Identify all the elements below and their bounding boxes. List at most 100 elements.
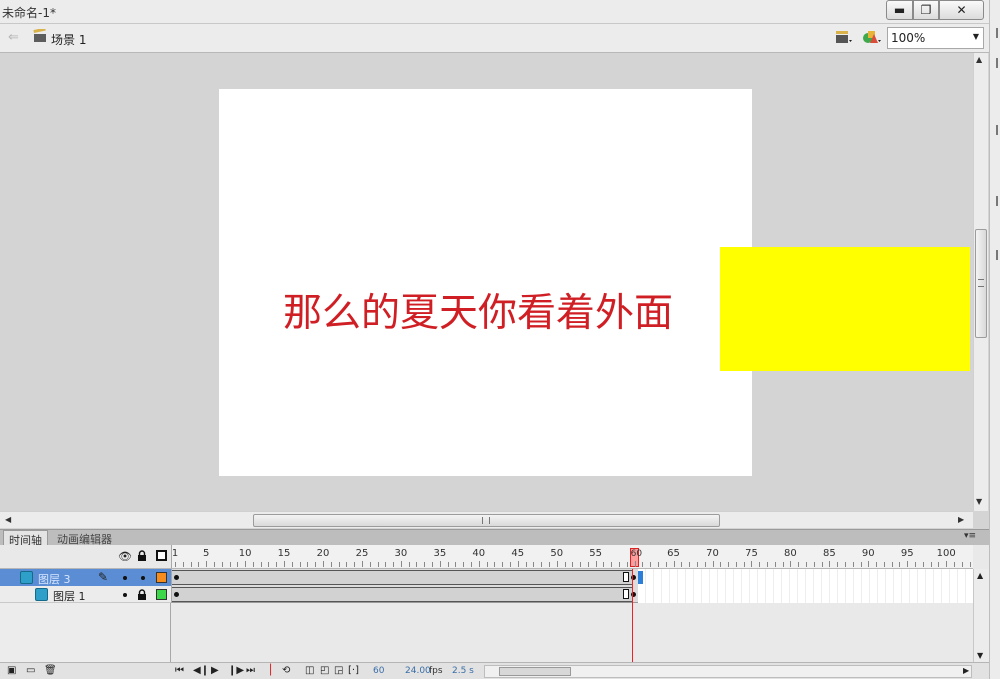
layer-name[interactable]: 图层 1 (53, 588, 86, 604)
frame-number: 1 (171, 548, 179, 559)
scene-clapper-icon (33, 29, 46, 42)
frame-tick (432, 562, 434, 567)
layer-color-swatch[interactable] (156, 572, 167, 583)
frame-tick (315, 562, 317, 567)
lock-icon[interactable] (137, 589, 147, 600)
edit-symbol-icon[interactable] (862, 29, 882, 45)
frame-tick (206, 561, 208, 567)
frame-tick (954, 562, 955, 567)
edit-bar: ⇐ 场景 1 100% ▼ (0, 24, 989, 53)
lock-dot[interactable] (141, 576, 145, 580)
onion-skin-icon[interactable]: ◫ (305, 665, 314, 676)
grip-icon (482, 517, 490, 524)
stage-horizontal-scrollbar[interactable]: ◀ ▶ (0, 511, 973, 528)
frame-tick (471, 562, 473, 567)
scroll-left-icon[interactable]: ◀ (5, 515, 11, 524)
timeline-vertical-scrollbar[interactable]: ▲ ▼ (973, 569, 989, 664)
panel-edge-mark (996, 250, 1000, 260)
frame-tick (907, 561, 909, 567)
frames-row-layer-1[interactable] (171, 586, 974, 603)
modify-markers-icon[interactable]: [·] (348, 665, 359, 676)
frame-tick (517, 561, 519, 567)
tab-timeline[interactable]: 时间轴 (3, 530, 48, 547)
frame-number: 35 (433, 548, 447, 559)
frame-tick (743, 562, 745, 567)
document-title: 未命名-1* (2, 6, 56, 20)
current-frame-readout[interactable]: 60 (373, 666, 384, 676)
layer-color-swatch[interactable] (156, 589, 167, 600)
layer-row-1[interactable]: 图层 1 (0, 586, 171, 603)
onion-outline-icon[interactable]: ◰ (320, 665, 329, 676)
lock-icon[interactable] (137, 550, 147, 561)
frame-tick (837, 562, 839, 567)
scroll-right-icon[interactable]: ▶ (958, 515, 964, 524)
tab-motion-editor[interactable]: 动画编辑器 (52, 530, 117, 546)
span-end-frame[interactable] (623, 589, 629, 599)
visibility-dot[interactable] (123, 593, 127, 597)
new-layer-icon[interactable]: ▣ (7, 665, 16, 676)
step-back-icon[interactable]: ◀❙ (193, 665, 209, 676)
delete-layer-icon[interactable]: 🗑 (44, 665, 57, 676)
stage-area[interactable]: 那么的夏天你看着外面 (0, 53, 973, 511)
layer-column-empty[interactable] (0, 603, 171, 663)
selected-frame[interactable] (638, 571, 643, 584)
stage-canvas[interactable]: 那么的夏天你看着外面 (219, 89, 752, 476)
stage-vertical-scrollbar[interactable]: ▲ ▼ (973, 53, 988, 511)
scroll-down-icon[interactable]: ▼ (977, 651, 983, 660)
zoom-value: 100% (891, 31, 926, 45)
horizontal-scroll-thumb[interactable] (253, 514, 720, 527)
frame-number: 15 (277, 548, 291, 559)
visibility-dot[interactable] (123, 576, 127, 580)
frame-rate-readout[interactable]: 24.00 (405, 666, 431, 676)
frame-tick (182, 562, 184, 567)
frame-span[interactable] (172, 587, 633, 602)
frames-row-layer-3[interactable] (171, 569, 974, 586)
layer-row-3[interactable]: 图层 3 ✎ (0, 569, 171, 586)
step-forward-icon[interactable]: ❙▶ (228, 665, 244, 676)
elapsed-time-readout[interactable]: 2.5 s (452, 666, 474, 676)
frame-ruler[interactable]: 60 1 5 10 15 20 25 30 35 40 45 50 55 65 70 75 80 85 90 95 1… (171, 545, 973, 569)
first-frame-icon[interactable]: ⏮ (175, 665, 184, 676)
scroll-up-icon[interactable]: ▲ (977, 571, 983, 580)
edit-scene-icon[interactable] (835, 29, 853, 45)
stage-text[interactable]: 那么的夏天你看着外面 (283, 282, 673, 338)
frame-number: 25 (355, 548, 369, 559)
eye-icon[interactable]: 👁 (118, 550, 132, 563)
keyframe[interactable] (174, 575, 179, 580)
frame-tick (556, 561, 558, 567)
empty-frames[interactable] (638, 586, 974, 603)
frame-tick (276, 562, 278, 567)
scroll-down-icon[interactable]: ▼ (976, 497, 982, 506)
panel-menu-icon[interactable]: ▾≡ (964, 531, 976, 541)
frame-tick (190, 562, 192, 567)
layer-name[interactable]: 图层 3 (38, 571, 71, 587)
loop-icon[interactable]: ⟲ (282, 665, 290, 676)
timeline-horizontal-scrollbar[interactable]: ▶ (484, 665, 972, 678)
layer-header: 👁 (0, 545, 171, 569)
minimize-button[interactable]: ▬ (886, 0, 913, 20)
vertical-scroll-thumb[interactable] (975, 229, 987, 338)
last-frame-icon[interactable]: ⏭ (246, 665, 255, 676)
scroll-right-icon[interactable]: ▶ (963, 666, 969, 675)
close-button[interactable]: ✕ (939, 0, 984, 20)
keyframe[interactable] (174, 592, 179, 597)
play-icon[interactable]: ▶ (211, 665, 219, 676)
edit-multiple-frames-icon[interactable]: ◲ (334, 665, 343, 676)
yellow-rectangle[interactable] (720, 247, 970, 371)
frame-tick (969, 562, 971, 567)
frame-tick (455, 562, 457, 567)
chevron-down-icon[interactable]: ▼ (973, 32, 979, 41)
new-folder-icon[interactable]: ▭ (26, 665, 35, 676)
frame-number: 85 (822, 548, 836, 559)
center-frame-icon[interactable]: ⎮ (268, 665, 273, 676)
span-end-frame[interactable] (623, 572, 629, 582)
zoom-select[interactable]: 100% ▼ (887, 27, 984, 49)
back-arrow-icon[interactable]: ⇐ (8, 30, 19, 45)
horizontal-scroll-thumb[interactable] (499, 667, 571, 676)
scroll-up-icon[interactable]: ▲ (976, 55, 982, 64)
empty-frames[interactable] (638, 569, 974, 586)
frame-tick (245, 561, 247, 567)
scene-label[interactable]: 场景 1 (51, 31, 86, 48)
maximize-button[interactable]: ❐ (913, 0, 939, 20)
frame-span[interactable] (172, 570, 633, 585)
